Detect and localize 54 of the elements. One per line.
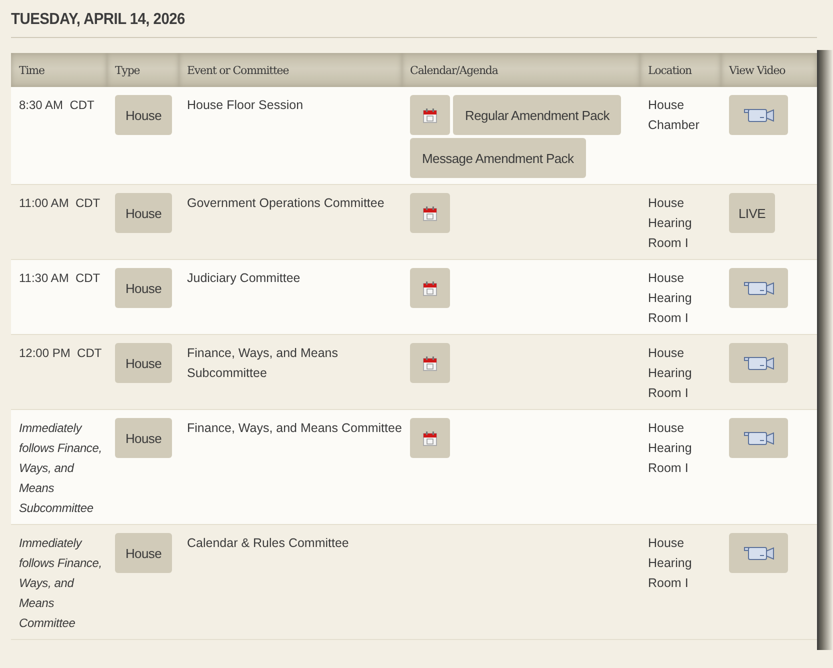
calendar-button[interactable] (410, 95, 450, 135)
date-heading: TUESDAY, APRIL 14, 2026 (11, 10, 186, 30)
video-camera-icon (744, 355, 774, 371)
location-text: House Hearing Room I (648, 420, 693, 477)
video-button[interactable] (729, 533, 788, 573)
event-name: Finance, Ways, and Means Committee (187, 420, 402, 437)
column-header: Event or Committee (187, 64, 289, 76)
video-button[interactable] (729, 95, 788, 135)
calendar-icon (423, 430, 437, 446)
event-name: Government Operations Committee (187, 195, 384, 212)
event-name: Judiciary Committee (187, 270, 300, 287)
time-text: 12:00 PM CDT (19, 345, 102, 362)
type-button[interactable]: House (115, 533, 172, 573)
location-text: House Hearing Room I (648, 535, 693, 592)
event-name: Finance, Ways, and Means Subcommittee (187, 345, 339, 382)
agenda-button[interactable]: Regular Amendment Pack (453, 95, 622, 135)
column-header: View Video (729, 64, 786, 76)
video-button[interactable] (729, 343, 788, 383)
type-button[interactable]: House (115, 268, 172, 308)
location-text: House Hearing Room I (648, 270, 693, 327)
calendar-icon (423, 356, 437, 370)
column-header: Calendar/Agenda (410, 64, 498, 76)
time-text: Immediately follows Finance, Ways, and Means Subcommittee (19, 420, 103, 517)
column-header: Location (648, 64, 692, 76)
time-text: Immediately follows Finance, Ways, and Means Committee (19, 535, 103, 632)
column-header: Type (115, 64, 140, 76)
calendar-button[interactable] (410, 343, 450, 383)
video-camera-icon (744, 545, 774, 561)
live-button[interactable]: LIVE (729, 193, 775, 233)
time-text: 8:30 AM CDT (19, 97, 94, 114)
event-name: Calendar & Rules Committee (187, 535, 349, 552)
type-button[interactable]: House (115, 343, 172, 383)
event-name: House Floor Session (187, 97, 304, 114)
calendar-icon (423, 206, 437, 220)
calendar-button[interactable] (410, 193, 450, 233)
video-button[interactable] (729, 268, 788, 308)
location-text: House Chamber (648, 97, 700, 134)
video-camera-icon (744, 107, 774, 123)
column-header: Time (19, 64, 44, 76)
type-button[interactable]: House (115, 95, 172, 135)
time-text: 11:30 AM CDT (19, 270, 100, 287)
type-button[interactable]: House (115, 193, 172, 233)
agenda-button[interactable]: Message Amendment Pack (410, 138, 586, 178)
location-text: House Hearing Room I (648, 195, 693, 252)
video-button[interactable] (729, 418, 788, 458)
calendar-icon (423, 280, 437, 296)
calendar-button[interactable] (410, 268, 450, 308)
location-text: House Hearing Room I (648, 345, 693, 402)
type-button[interactable]: House (115, 418, 172, 458)
video-camera-icon (744, 280, 774, 296)
calendar-icon (423, 108, 437, 122)
time-text: 11:00 AM CDT (19, 195, 100, 212)
calendar-button[interactable] (410, 418, 450, 458)
video-camera-icon (744, 430, 774, 446)
